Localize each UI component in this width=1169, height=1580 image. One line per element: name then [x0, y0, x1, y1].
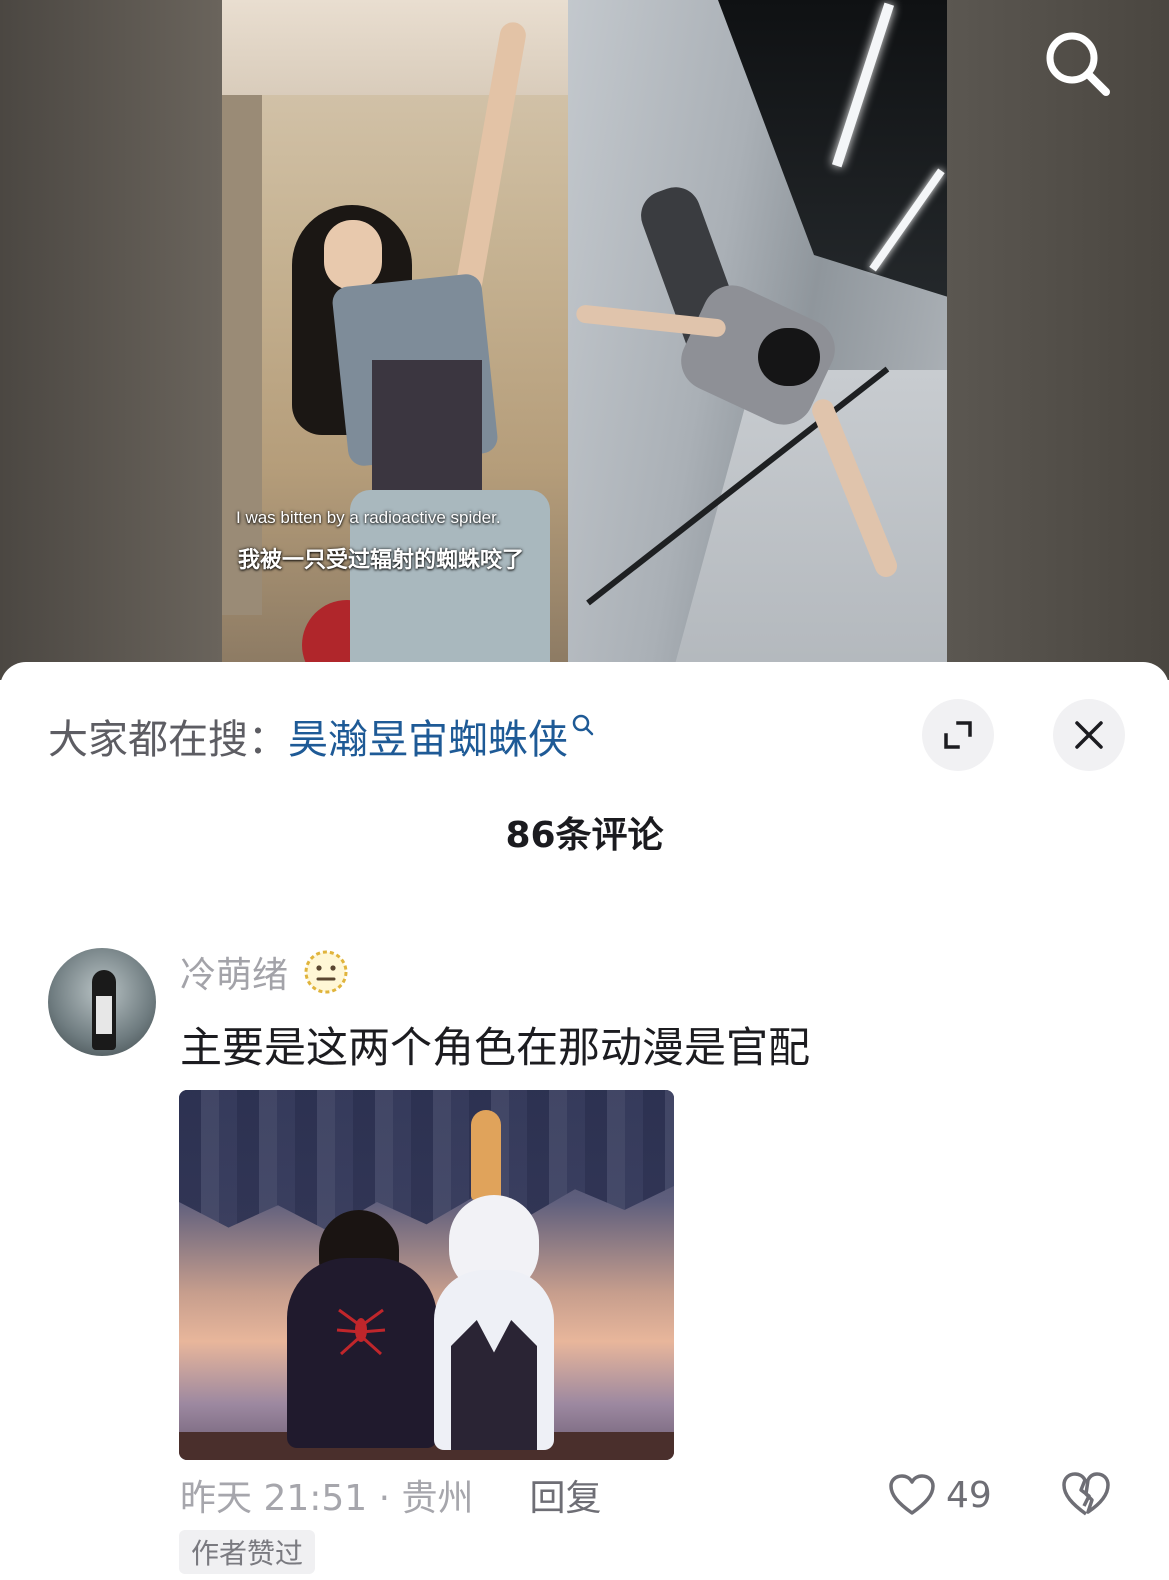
avatar-figure-shirt	[96, 996, 112, 1034]
comment-count: 86条评论	[505, 815, 664, 856]
video-frame-right	[568, 0, 947, 668]
figure-face	[324, 220, 382, 290]
reply-button[interactable]: 回复	[530, 1469, 602, 1521]
door	[222, 95, 262, 615]
figure-inner-top	[372, 360, 482, 490]
comment-header: 冷萌绪	[180, 944, 350, 1000]
search-icon	[1046, 32, 1110, 96]
video-backdrop-left	[0, 0, 222, 680]
close-icon	[1075, 721, 1103, 749]
floor	[668, 370, 947, 668]
trending-label: 大家都在搜：	[48, 717, 288, 763]
video-backdrop-right	[947, 0, 1169, 680]
comment-image[interactable]	[179, 1090, 674, 1460]
author-liked-badge: 作者赞过	[179, 1530, 316, 1574]
subtitle-chinese: 我被一只受过辐射的蜘蛛咬了	[238, 548, 525, 573]
like-button[interactable]: 49	[888, 1470, 992, 1520]
close-button[interactable]	[1053, 699, 1125, 771]
broken-heart-icon	[1062, 1472, 1110, 1516]
man-cap	[758, 328, 820, 386]
dislike-button[interactable]	[1060, 1470, 1112, 1520]
expand-icon	[944, 721, 972, 749]
subtitle-english: I was bitten by a radioactive spider.	[236, 508, 501, 527]
spider-emblem-icon	[336, 1308, 386, 1356]
comment-time-location: 昨天 21:51 · 贵州	[180, 1478, 474, 1519]
upside-down-city	[179, 1090, 674, 1231]
comment-text: 主要是这两个角色在那动漫是官配	[180, 1023, 811, 1072]
character-hair	[471, 1110, 501, 1200]
heart-icon	[889, 1474, 935, 1515]
username[interactable]: 冷萌绪	[180, 946, 288, 998]
trending-search-bar: 大家都在搜： 昊瀚昱宙蜘蛛侠	[48, 708, 596, 764]
room-ceiling	[718, 0, 947, 300]
neutral-face-emoji-icon	[304, 950, 348, 994]
avatar[interactable]	[48, 948, 156, 1056]
video-player[interactable]: I was bitten by a radioactive spider. 我被…	[0, 0, 1169, 680]
search-icon	[572, 714, 594, 736]
search-button[interactable]	[1042, 28, 1112, 98]
trending-query-link[interactable]: 昊瀚昱宙蜘蛛侠	[288, 707, 568, 765]
like-count: 49	[946, 1474, 992, 1516]
comment-meta: 昨天 21:51 · 贵州 回复	[180, 1470, 602, 1520]
expand-button[interactable]	[922, 699, 994, 771]
